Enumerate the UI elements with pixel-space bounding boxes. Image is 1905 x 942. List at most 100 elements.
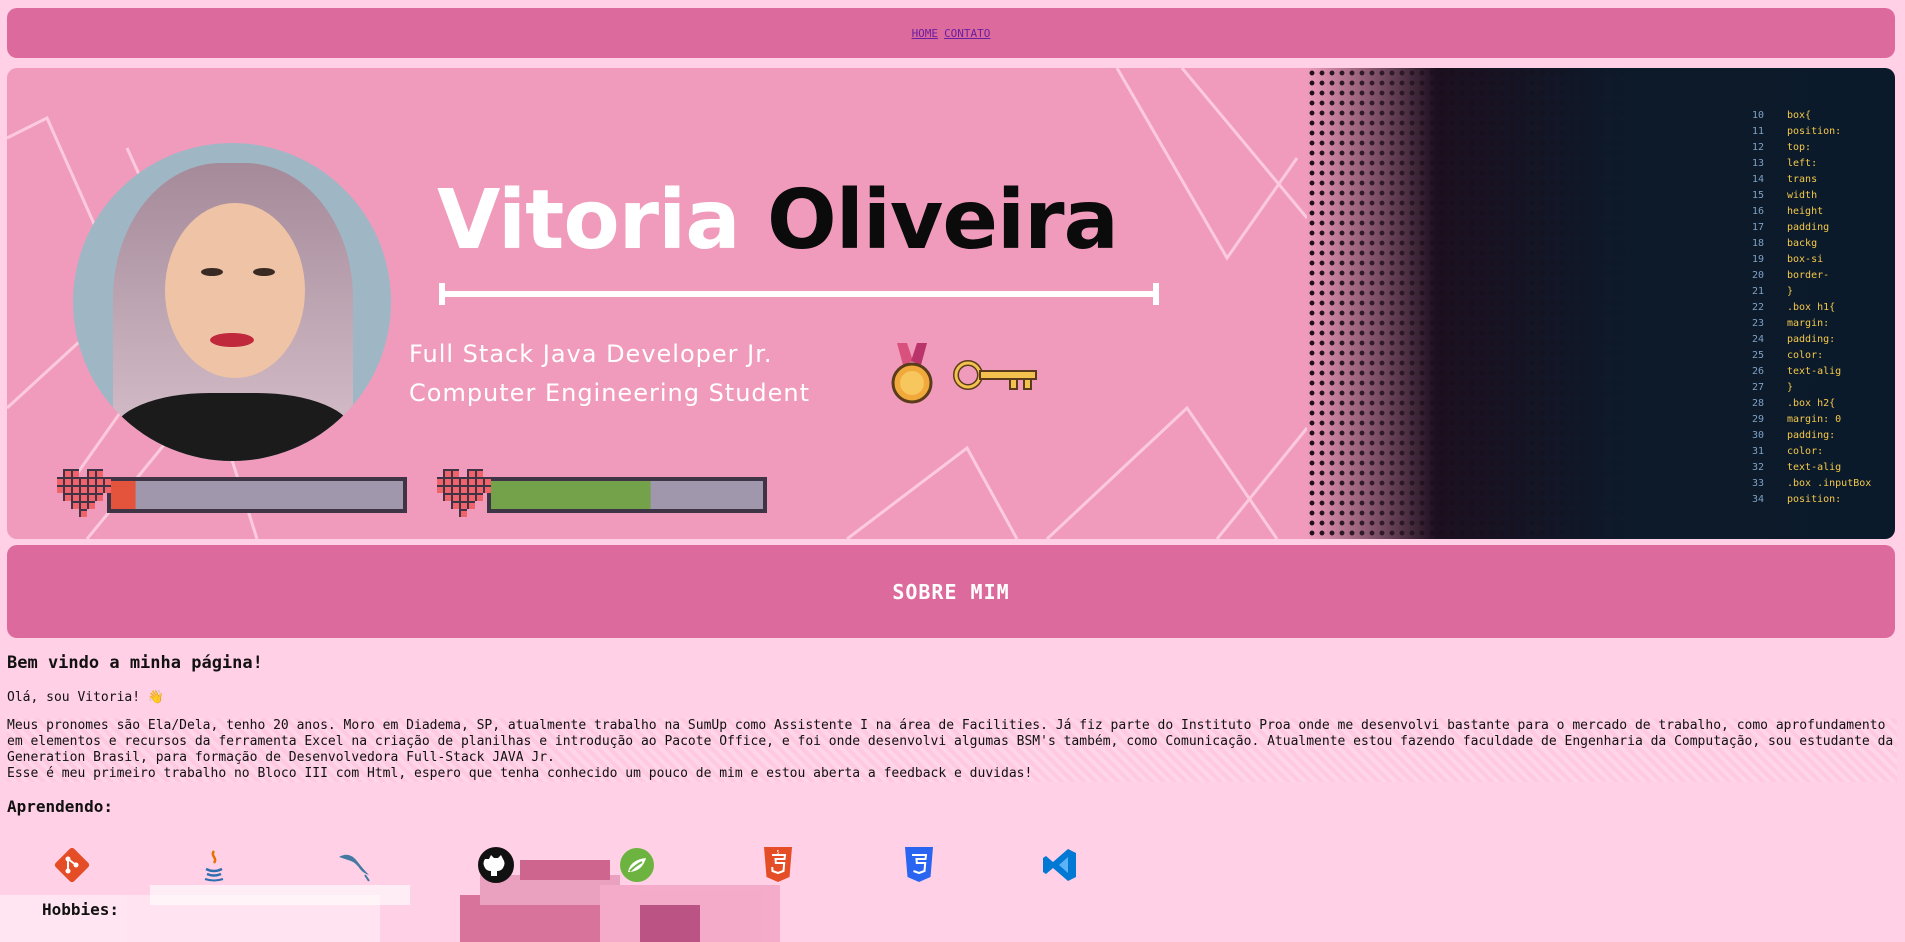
about-paragraph: Meus pronomes são Ela/Dela, tenho 20 ano…	[7, 718, 1897, 782]
git-icon	[52, 845, 92, 885]
bar-fill	[111, 481, 136, 509]
hobbies-heading: Hobbies:	[42, 900, 120, 919]
code-line-number: 31	[1752, 446, 1764, 457]
code-line: margin: 0	[1787, 414, 1841, 425]
role-line-2: Computer Engineering Student	[409, 379, 811, 407]
heart-pixel	[469, 495, 475, 501]
heart-pixel	[89, 503, 95, 509]
code-line: top:	[1787, 142, 1811, 153]
code-line-number: 14	[1752, 174, 1764, 185]
java-icon	[194, 845, 234, 885]
code-line-number: 33	[1752, 478, 1764, 489]
code-line-number: 25	[1752, 350, 1764, 361]
heart-pixel	[453, 495, 459, 501]
code-line: position:	[1787, 494, 1841, 505]
heart-pixel	[105, 479, 111, 485]
health-bar-1	[57, 469, 407, 517]
about-title: SOBRE MIM	[892, 579, 1010, 604]
heart-pixel	[461, 495, 467, 501]
heart-pixel	[97, 479, 103, 485]
heart-pixel	[97, 471, 103, 477]
pixel-art-decoration	[0, 860, 780, 942]
code-line: color:	[1787, 350, 1823, 361]
heart-pixel	[453, 479, 459, 485]
heart-pixel	[469, 503, 475, 509]
profile-banner: box{10 position: 11 top: 12 left: 13 trans 14 wid…	[7, 68, 1895, 539]
heart-pixel	[57, 479, 63, 485]
heart-pixel	[89, 495, 95, 501]
code-line: height	[1787, 206, 1823, 217]
heart-pixel	[445, 487, 451, 493]
heart-pixel	[97, 487, 103, 493]
health-bar-2	[437, 469, 767, 517]
heart-pixel	[469, 471, 475, 477]
heart-pixel	[461, 479, 467, 485]
code-line-number: 10	[1752, 110, 1764, 121]
heart-pixel	[453, 503, 459, 509]
heart-pixel	[485, 487, 491, 493]
code-line: left:	[1787, 158, 1817, 169]
heart-pixel	[81, 511, 87, 517]
heart-pixel	[445, 471, 451, 477]
svg-text:5: 5	[776, 850, 779, 856]
heart-pixel	[89, 471, 95, 477]
heart-pixel	[73, 479, 79, 485]
heart-pixel	[65, 495, 71, 501]
github-icon	[476, 845, 516, 885]
last-name: Oliveira	[767, 173, 1119, 268]
code-line: .box h1{	[1787, 302, 1835, 313]
heart-pixel	[461, 487, 467, 493]
heart-pixel	[453, 471, 459, 477]
heart-pixel	[57, 487, 63, 493]
css3-icon	[899, 845, 939, 885]
code-line-number: 24	[1752, 334, 1764, 345]
heart-pixel	[73, 495, 79, 501]
code-line-number: 27	[1752, 382, 1764, 393]
heart-pixel	[461, 511, 467, 517]
bar-fill	[491, 481, 651, 509]
heart-pixel	[65, 471, 71, 477]
heart-pixel	[469, 487, 475, 493]
code-line-number: 34	[1752, 494, 1764, 505]
code-line-number: 30	[1752, 430, 1764, 441]
code-line: }	[1787, 382, 1793, 393]
code-line-number: 29	[1752, 414, 1764, 425]
code-line: width	[1787, 190, 1817, 201]
heart-pixel	[469, 479, 475, 485]
heart-pixel	[477, 495, 483, 501]
halftone-dots	[1307, 68, 1637, 539]
code-line: .box .inputBox	[1787, 478, 1871, 489]
code-line-number: 11	[1752, 126, 1764, 137]
top-navbar: HOME CONTATO	[7, 8, 1895, 58]
heart-pixel	[81, 487, 87, 493]
mysql-icon	[335, 845, 375, 885]
code-line-number: 12	[1752, 142, 1764, 153]
heart-pixel	[445, 495, 451, 501]
bar-track	[111, 481, 403, 509]
code-line: color:	[1787, 446, 1823, 457]
code-line-number: 28	[1752, 398, 1764, 409]
heart-pixel	[437, 487, 443, 493]
code-line: backg	[1787, 238, 1817, 249]
code-line: box-si	[1787, 254, 1823, 265]
learning-heading: Aprendendo:	[7, 797, 113, 816]
nav-contact-link[interactable]: CONTATO	[944, 27, 990, 40]
heart-pixel	[437, 479, 443, 485]
code-line: margin:	[1787, 318, 1829, 329]
code-line-number: 21	[1752, 286, 1764, 297]
code-line: box{	[1787, 110, 1811, 121]
heart-pixel	[81, 479, 87, 485]
about-paragraph-1: Meus pronomes são Ela/Dela, tenho 20 ano…	[7, 718, 1894, 765]
heart-pixel	[73, 503, 79, 509]
heart-pixel	[89, 479, 95, 485]
heart-pixel	[81, 503, 87, 509]
heart-pixel	[105, 487, 111, 493]
html5-icon: 5	[758, 845, 798, 885]
code-line-number: 17	[1752, 222, 1764, 233]
nav-home-link[interactable]: HOME	[912, 27, 939, 40]
code-line-number: 13	[1752, 158, 1764, 169]
heart-pixel	[65, 487, 71, 493]
role-line-1: Full Stack Java Developer Jr.	[409, 340, 773, 368]
code-line-number: 16	[1752, 206, 1764, 217]
code-line: .box h2{	[1787, 398, 1835, 409]
